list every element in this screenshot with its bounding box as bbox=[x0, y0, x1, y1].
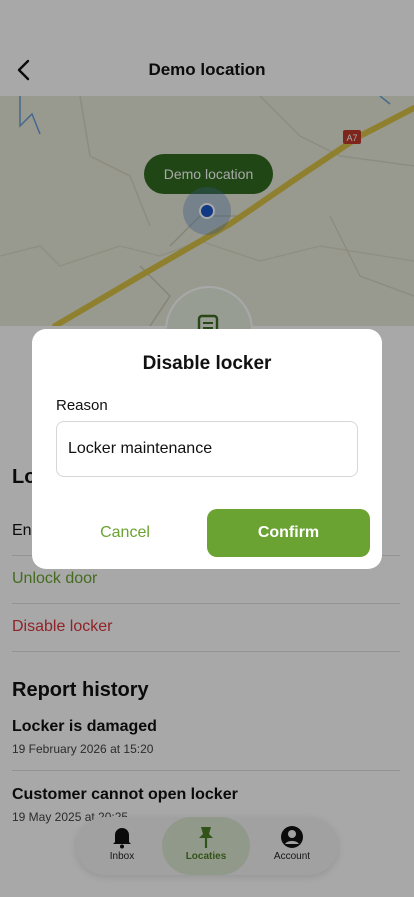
disable-locker-dialog: Disable locker Reason Cancel Confirm bbox=[32, 329, 382, 569]
confirm-button[interactable]: Confirm bbox=[207, 509, 370, 557]
reason-input[interactable] bbox=[56, 421, 358, 477]
dialog-title: Disable locker bbox=[142, 353, 272, 374]
reason-label: Reason bbox=[56, 397, 108, 414]
cancel-button[interactable]: Cancel bbox=[56, 509, 194, 557]
